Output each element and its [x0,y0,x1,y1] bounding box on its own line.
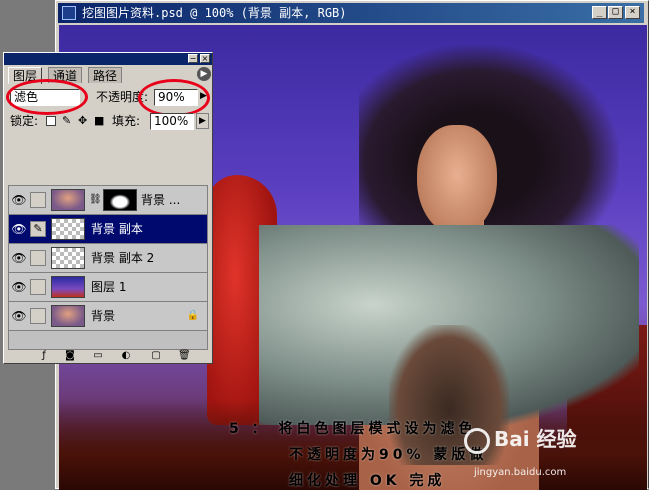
face [417,125,497,235]
layer-link-box[interactable] [30,308,46,324]
eye-icon[interactable]: 👁 [11,279,27,295]
palette-close-button[interactable]: × [200,54,210,63]
add-mask-icon[interactable]: ◙ [64,350,76,362]
caption-line-2: 不透明度为90% 蒙版做 [289,447,488,463]
lock-all-icon[interactable]: ■ [94,115,104,127]
fill-label: 填充: [112,114,141,128]
highlight-ring-opacity [138,79,210,117]
eye-icon[interactable]: 👁 [11,221,27,237]
watermark-url: jingyan.baidu.com [474,467,567,478]
eye-icon[interactable]: 👁 [11,192,27,208]
brush-icon[interactable]: ✎ [30,221,46,237]
layer-thumbnail [51,305,85,327]
caption-line-1: 5 ： 将白色图层模式设为滤色 [229,421,477,437]
layer-thumbnail [51,276,85,298]
photoshop-doc-icon [62,6,76,20]
lock-label: 锁定: [10,114,39,128]
document-title: 挖图图片资料.psd @ 100% (背景 副本, RGB) [82,6,347,20]
layer-name: 背景 ... [141,193,181,207]
highlight-ring-blend [6,79,88,115]
baidu-watermark: Bai 经验 [464,423,577,454]
fill-arrow-icon[interactable]: ▶ [196,113,209,129]
fill-input[interactable]: 100% [150,113,194,130]
layer-name: 图层 1 [91,280,127,294]
new-set-icon[interactable]: ▭ [92,350,104,362]
layer-name: 背景 [91,309,116,323]
layer-row[interactable]: 👁 ⛓ 背景 ... [9,186,207,215]
layer-row[interactable]: 👁 背景 🔒 [9,302,207,331]
adjustment-layer-icon[interactable]: ◐ [120,350,132,362]
new-layer-icon[interactable]: ▢ [150,350,162,362]
palette-menu-icon[interactable]: ▶ [197,67,211,81]
add-style-icon[interactable]: ƒ [38,350,50,362]
layer-thumbnail [51,189,85,211]
lock-move-icon[interactable]: ✥ [78,115,87,127]
palette-titlebar[interactable]: − × [4,53,212,65]
close-button[interactable]: × [625,6,640,19]
layer-list: 👁 ⛓ 背景 ... 👁 ✎ 背景 副本 👁 背景 副本 2 👁 图层 1 👁 [8,185,208,350]
layer-row[interactable]: 👁 背景 副本 2 [9,244,207,273]
layer-link-box[interactable] [30,192,46,208]
tab-paths[interactable]: 路径 [88,67,123,83]
eye-icon[interactable]: 👁 [11,308,27,324]
layer-mask-thumbnail[interactable] [103,189,137,211]
layer-name: 背景 副本 [91,222,143,236]
palette-bottom-bar: ƒ ◙ ▭ ◐ ▢ 🗑 [8,349,208,363]
layer-link-box[interactable] [30,279,46,295]
layer-thumbnail [51,247,85,269]
lock-paint-icon[interactable]: ✎ [62,115,71,127]
layer-thumbnail [51,218,85,240]
lock-transparency-icon[interactable] [46,116,56,126]
eye-icon[interactable]: 👁 [11,250,27,266]
palette-minimize-button[interactable]: − [188,54,198,63]
trash-icon[interactable]: 🗑 [178,350,191,362]
layer-link-box[interactable] [30,250,46,266]
document-titlebar[interactable]: 挖图图片资料.psd @ 100% (背景 副本, RGB) _ □ × [58,3,644,23]
layer-row[interactable]: 👁 ✎ 背景 副本 [9,215,207,244]
layer-name: 背景 副本 2 [91,251,155,265]
lock-icon: 🔒 [186,310,199,321]
minimize-button[interactable]: _ [592,6,607,19]
layers-palette: − × 图层 通道 路径 ▶ 滤色 不透明度: 90% ▶ 锁定: ✎ ✥ ■ … [3,52,213,364]
layer-row[interactable]: 👁 图层 1 [9,273,207,302]
paw-icon [464,427,490,454]
caption-line-3: 细化处理 OK 完成 [289,473,446,489]
chain-icon[interactable]: ⛓ [89,194,102,205]
maximize-button[interactable]: □ [608,6,623,19]
